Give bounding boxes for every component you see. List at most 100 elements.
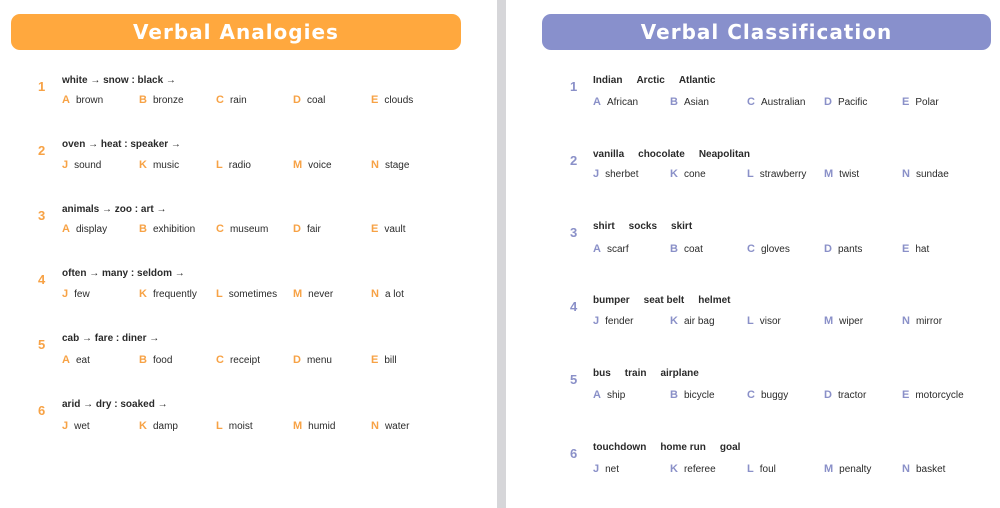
- option-text: fair: [306, 224, 321, 235]
- answer-option[interactable]: Jsherbet: [593, 168, 638, 180]
- answer-option[interactable]: Jwet: [62, 420, 90, 432]
- answer-option[interactable]: Nmirror: [902, 315, 942, 327]
- answer-option[interactable]: Lmoist: [216, 420, 253, 432]
- answer-option[interactable]: Jnet: [593, 463, 619, 475]
- option-text: gloves: [760, 244, 790, 255]
- option-text: basket: [915, 464, 946, 475]
- answer-option[interactable]: Jsound: [62, 159, 101, 171]
- answer-option[interactable]: Mnever: [293, 288, 333, 300]
- option-letter: N: [371, 420, 379, 432]
- option-text: frequently: [152, 289, 197, 300]
- answer-option[interactable]: Lradio: [216, 159, 251, 171]
- option-letter: D: [824, 389, 832, 401]
- question-number: 3: [38, 208, 46, 223]
- option-text: display: [75, 224, 108, 235]
- answer-option[interactable]: Dcoal: [293, 94, 325, 106]
- question-number: 4: [38, 272, 46, 287]
- question-word: home run: [660, 442, 706, 453]
- answer-option[interactable]: Dpants: [824, 243, 862, 255]
- answer-option[interactable]: Ehat: [902, 243, 929, 255]
- answer-option[interactable]: Mvoice: [293, 159, 332, 171]
- option-letter: M: [293, 420, 303, 432]
- option-text: wiper: [839, 316, 864, 327]
- answer-option[interactable]: C Australian: [747, 96, 805, 108]
- option-text: stage: [384, 160, 410, 171]
- answer-option[interactable]: Jfender: [593, 315, 633, 327]
- question-word: socks: [628, 221, 658, 232]
- answer-option[interactable]: Nsundae: [902, 168, 949, 180]
- answer-option[interactable]: Emotorcycle: [902, 389, 964, 401]
- option-text: sherbet: [605, 169, 639, 180]
- answer-option[interactable]: Cgloves: [747, 243, 790, 255]
- question-prompt: bus train airplane: [593, 368, 713, 379]
- option-letter: D: [293, 354, 301, 366]
- answer-option[interactable]: Nbasket: [902, 463, 945, 475]
- question-word: Indian: [593, 75, 623, 86]
- question-number: 6: [38, 403, 46, 418]
- answer-option[interactable]: Crain: [216, 94, 247, 106]
- option-text: eat: [75, 355, 90, 366]
- question-prompt: touchdown home run goal: [593, 442, 754, 453]
- answer-option[interactable]: Eclouds: [371, 94, 413, 106]
- answer-option[interactable]: Bexhibition: [139, 223, 195, 235]
- answer-option[interactable]: Nwater: [371, 420, 409, 432]
- answer-option[interactable]: Kreferee: [670, 463, 716, 475]
- answer-option[interactable]: D Pacific: [824, 96, 867, 108]
- answer-option[interactable]: Abrown: [62, 94, 103, 106]
- answer-option[interactable]: Lsometimes: [216, 288, 277, 300]
- option-text: food: [152, 355, 173, 366]
- answer-option[interactable]: Na lot: [371, 288, 404, 300]
- answer-option[interactable]: Kcone: [670, 168, 706, 180]
- question-prompt: vanilla chocolate Neapolitan: [593, 149, 764, 160]
- answer-option[interactable]: Kair bag: [670, 315, 715, 327]
- answer-option[interactable]: Lfoul: [747, 463, 776, 475]
- option-text: wet: [74, 421, 90, 432]
- question-number: 1: [570, 79, 578, 94]
- option-text: referee: [683, 464, 716, 475]
- answer-option[interactable]: Mpenalty: [824, 463, 871, 475]
- answer-option[interactable]: Bbronze: [139, 94, 184, 106]
- answer-option[interactable]: Bcoat: [670, 243, 703, 255]
- answer-option[interactable]: Dfair: [293, 223, 321, 235]
- question-number: 1: [38, 79, 46, 94]
- answer-option[interactable]: Bfood: [139, 354, 172, 366]
- option-letter: A: [62, 354, 70, 366]
- answer-option[interactable]: Mhumid: [293, 420, 335, 432]
- answer-option[interactable]: Jfew: [62, 288, 90, 300]
- option-letter: A: [593, 96, 601, 108]
- question-number: 2: [570, 153, 578, 168]
- answer-option[interactable]: A African: [593, 96, 638, 108]
- option-text: scarf: [606, 244, 629, 255]
- answer-option[interactable]: Ebill: [371, 354, 397, 366]
- answer-option[interactable]: Lvisor: [747, 315, 781, 327]
- answer-option[interactable]: E Polar: [902, 96, 939, 108]
- question-prompt: shirt socks skirt: [593, 221, 706, 232]
- answer-option[interactable]: Dmenu: [293, 354, 332, 366]
- answer-option[interactable]: Creceipt: [216, 354, 260, 366]
- answer-option[interactable]: Dtractor: [824, 389, 866, 401]
- option-text: tractor: [837, 390, 867, 401]
- answer-option[interactable]: Mwiper: [824, 315, 863, 327]
- answer-option[interactable]: Ascarf: [593, 243, 629, 255]
- option-text: sundae: [915, 169, 949, 180]
- answer-option[interactable]: Mtwist: [824, 168, 859, 180]
- answer-option[interactable]: Aship: [593, 389, 625, 401]
- answer-option[interactable]: Evault: [371, 223, 405, 235]
- option-text: Asian: [683, 97, 709, 108]
- option-letter: C: [216, 223, 224, 235]
- answer-option[interactable]: Cbuggy: [747, 389, 788, 401]
- answer-option[interactable]: Aeat: [62, 354, 90, 366]
- answer-option[interactable]: Bbicycle: [670, 389, 715, 401]
- option-letter: E: [371, 223, 379, 235]
- answer-option[interactable]: Nstage: [371, 159, 409, 171]
- question-word: goal: [719, 442, 741, 453]
- answer-option[interactable]: Kdamp: [139, 420, 178, 432]
- answer-option[interactable]: Lstrawberry: [747, 168, 806, 180]
- option-letter: L: [747, 315, 754, 327]
- answer-option[interactable]: B Asian: [670, 96, 709, 108]
- answer-option[interactable]: Kfrequently: [139, 288, 197, 300]
- answer-option[interactable]: Adisplay: [62, 223, 107, 235]
- answer-option[interactable]: Kmusic: [139, 159, 179, 171]
- option-text: sometimes: [228, 289, 278, 300]
- answer-option[interactable]: Cmuseum: [216, 223, 268, 235]
